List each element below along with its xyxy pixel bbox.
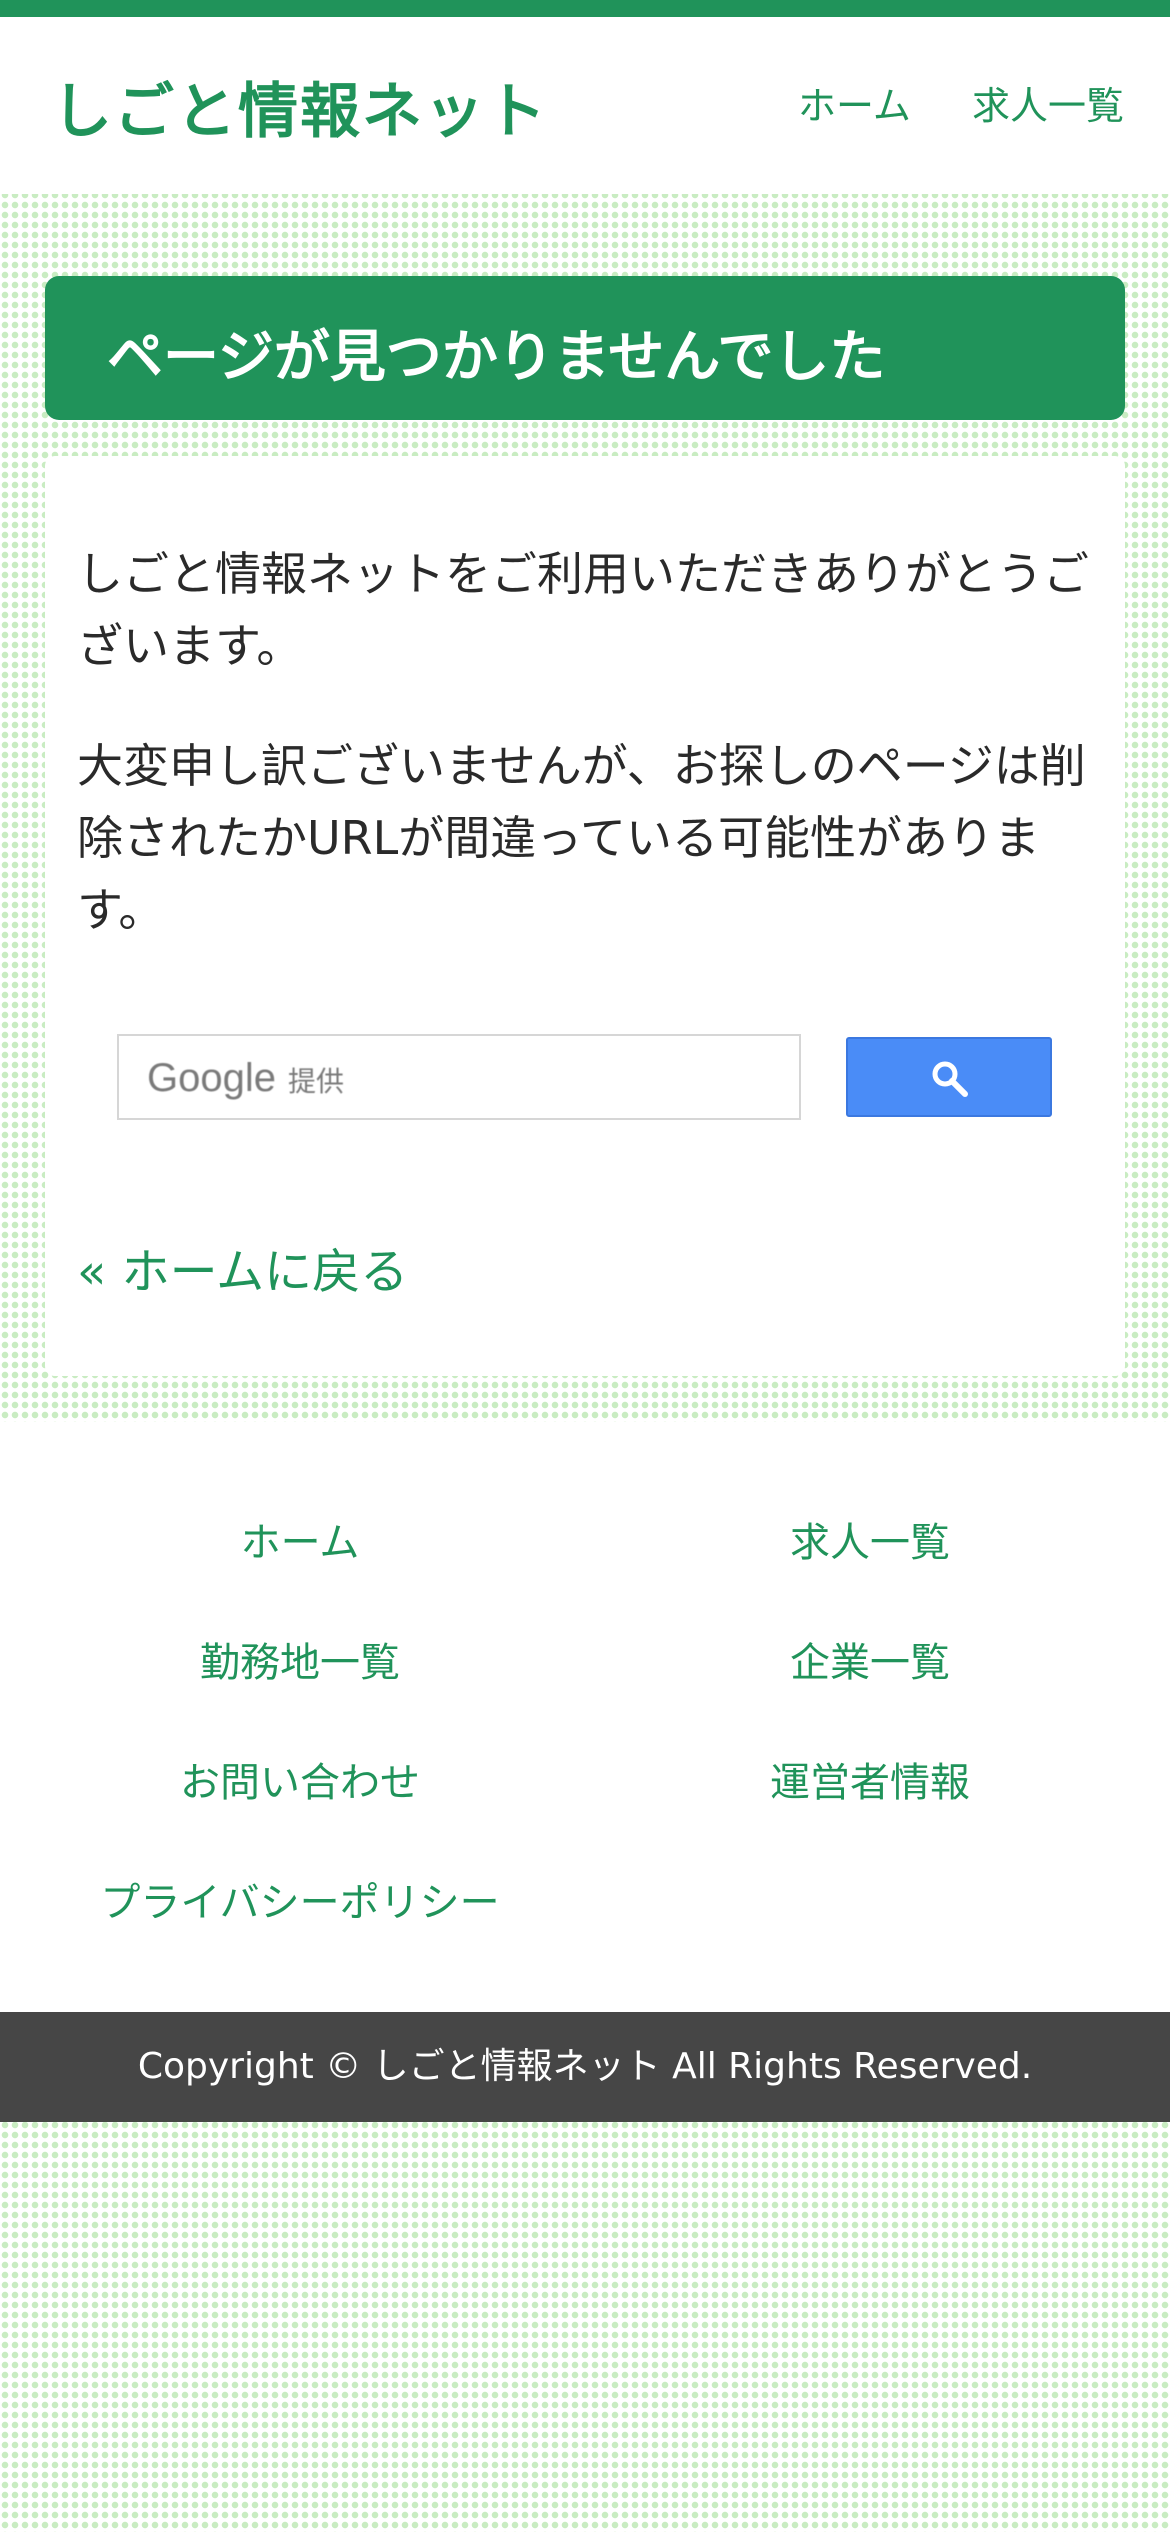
copyright-bar: Copyright © しごと情報ネット All Rights Reserved… <box>0 2012 1170 2122</box>
search-input[interactable]: Google 提供 <box>117 1034 801 1120</box>
footer-link-companies[interactable]: 企業一覧 <box>590 1630 1150 1688</box>
footer-link-contact[interactable]: お問い合わせ <box>20 1750 580 1808</box>
top-accent-bar <box>0 0 1170 17</box>
footer-link-privacy-policy[interactable]: プライバシーポリシー <box>20 1870 580 1928</box>
not-found-message: 大変申し訳ございませんが、お探しのページは削除されたかURLが間違っている可能性… <box>77 739 1086 937</box>
site-title[interactable]: しごと情報ネット <box>52 63 548 150</box>
footer-link-home[interactable]: ホーム <box>20 1510 580 1568</box>
back-to-home-link[interactable]: « ホームに戻る <box>77 1232 408 1302</box>
thank-you-text: しごと情報ネットをご利用いただきありがとうございます。 <box>77 547 1089 673</box>
footer-nav: ホーム 求人一覧 勤務地一覧 企業一覧 お問い合わせ 運営者情報 プライバシーポ… <box>0 1422 1170 2012</box>
search-button[interactable] <box>846 1037 1052 1117</box>
site-header: しごと情報ネット ホーム 求人一覧 <box>0 17 1170 194</box>
footer-link-job-list[interactable]: 求人一覧 <box>590 1510 1150 1568</box>
content-card: しごと情報ネットをご利用いただきありがとうございます。 大変申し訳ございませんが… <box>45 456 1125 1376</box>
page-title: ページが見つかりませんでした <box>107 325 886 390</box>
google-search-watermark: Google 提供 <box>147 1056 344 1100</box>
search-icon <box>932 1061 968 1097</box>
footer-link-operator-info[interactable]: 運営者情報 <box>590 1750 1150 1808</box>
nav-home-link[interactable]: ホーム <box>798 75 911 130</box>
nav-job-list-link[interactable]: 求人一覧 <box>972 75 1124 130</box>
page-title-banner: ページが見つかりませんでした <box>45 276 1125 420</box>
footer-link-locations[interactable]: 勤務地一覧 <box>20 1630 580 1688</box>
